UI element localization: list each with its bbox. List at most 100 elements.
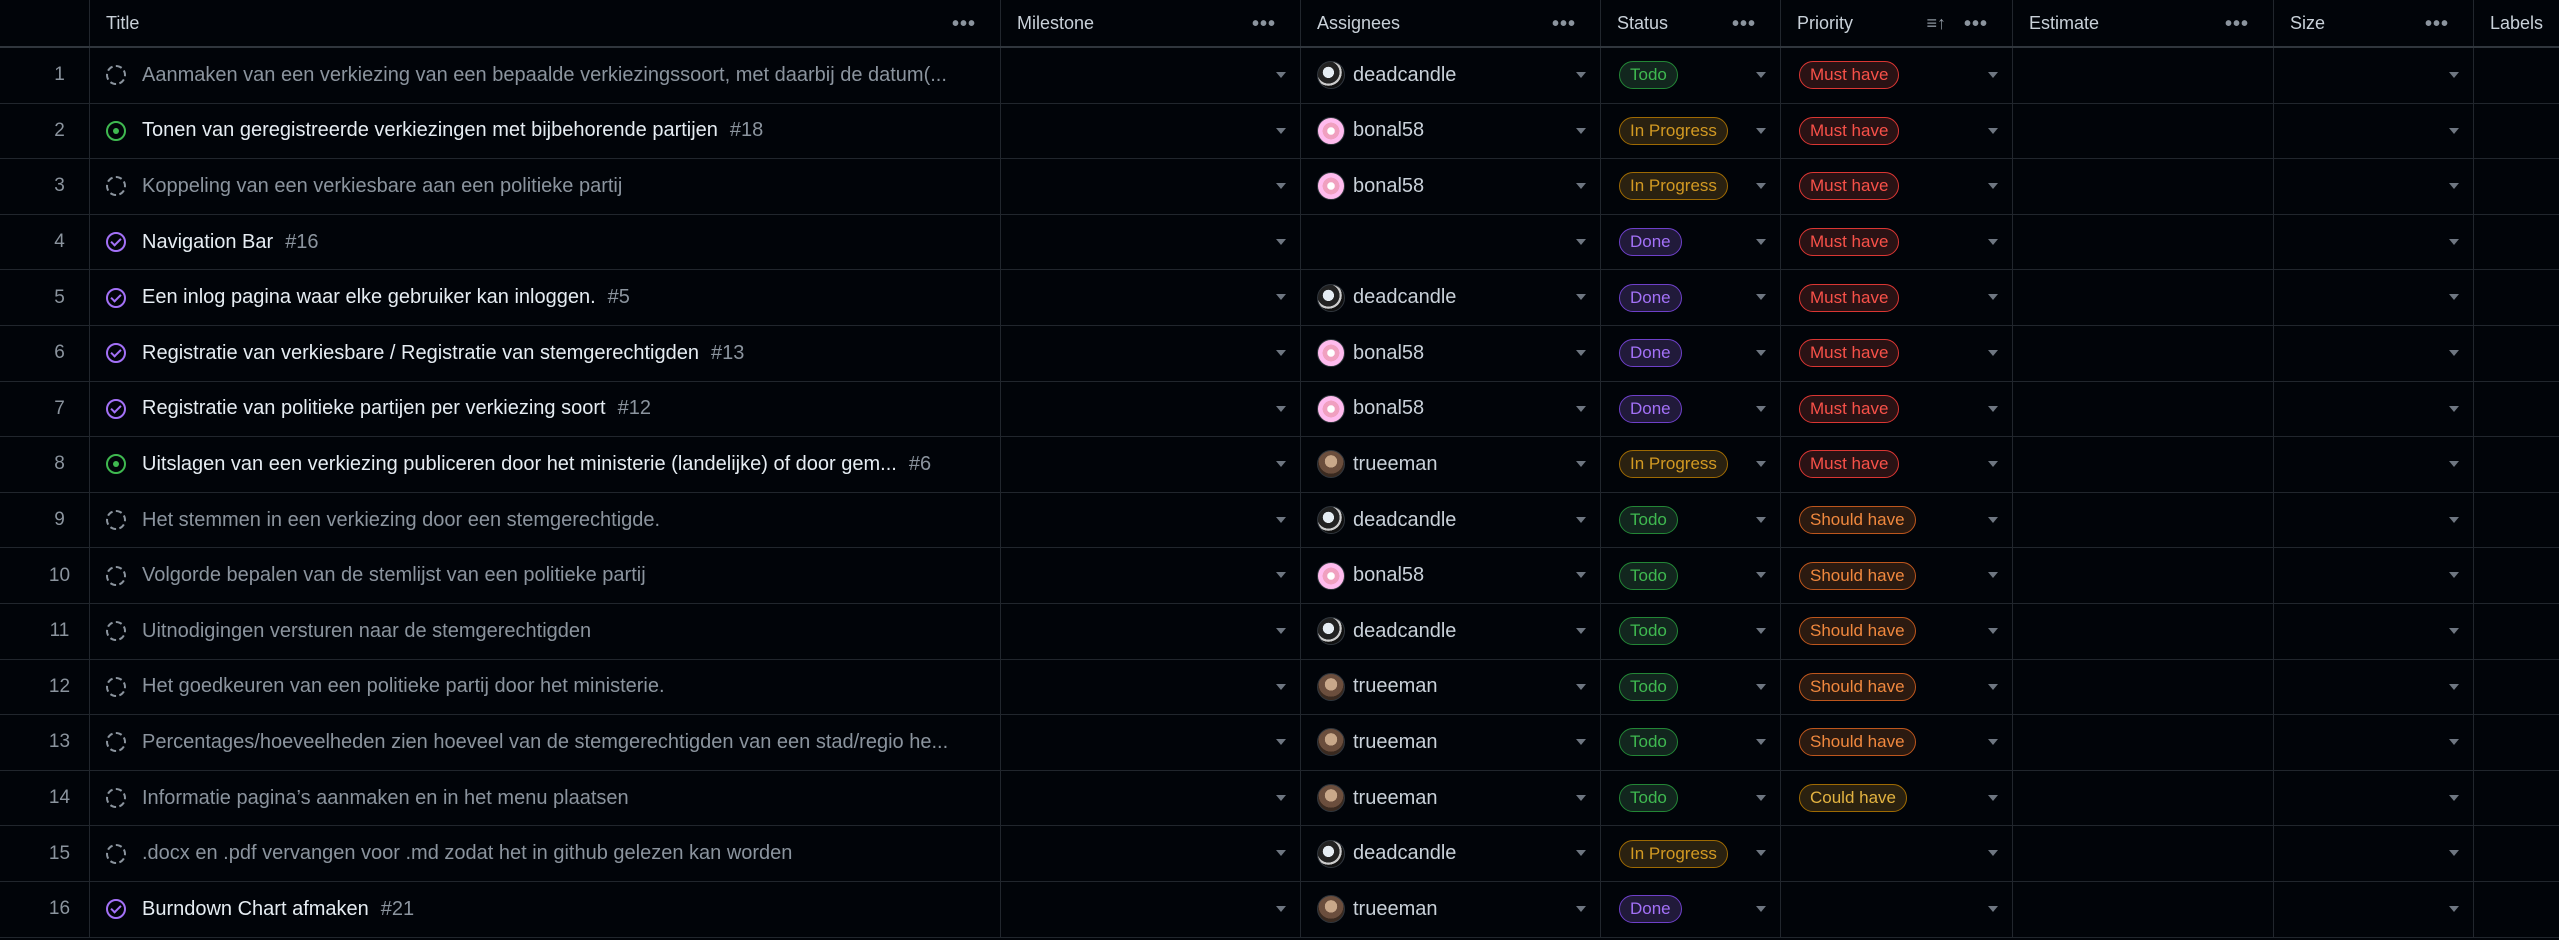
assignees-cell[interactable]: bonal58 bbox=[1301, 548, 1601, 603]
status-cell[interactable]: Done bbox=[1601, 270, 1781, 325]
chevron-down-icon[interactable] bbox=[1756, 461, 1766, 468]
column-header-size[interactable]: Size ••• bbox=[2274, 0, 2474, 46]
chevron-down-icon[interactable] bbox=[1988, 349, 1998, 356]
chevron-down-icon[interactable] bbox=[2449, 238, 2459, 245]
issue-number[interactable]: #13 bbox=[711, 342, 744, 365]
chevron-down-icon[interactable] bbox=[1576, 127, 1586, 134]
assignee-name[interactable]: deadcandle bbox=[1353, 64, 1456, 87]
chevron-down-icon[interactable] bbox=[1576, 794, 1586, 801]
assignees-cell[interactable]: trueeman bbox=[1301, 659, 1601, 715]
item-title[interactable]: Koppeling van een verkiesbare aan een po… bbox=[142, 175, 622, 198]
status-cell[interactable]: Todo bbox=[1601, 492, 1781, 548]
chevron-down-icon[interactable] bbox=[1276, 294, 1286, 301]
labels-cell[interactable] bbox=[2474, 159, 2559, 214]
table-row[interactable]: 15 .docx en .pdf vervangen voor .md zoda… bbox=[0, 826, 2559, 882]
title-cell[interactable]: Volgorde bepalen van de stemlijst van ee… bbox=[90, 548, 1001, 603]
item-title[interactable]: Volgorde bepalen van de stemlijst van ee… bbox=[142, 564, 646, 587]
chevron-down-icon[interactable] bbox=[1276, 72, 1286, 78]
priority-cell[interactable] bbox=[1781, 826, 2013, 881]
chevron-down-icon[interactable] bbox=[1756, 627, 1766, 634]
chevron-down-icon[interactable] bbox=[1276, 794, 1286, 801]
assignee-name[interactable]: trueeman bbox=[1353, 453, 1438, 476]
chevron-down-icon[interactable] bbox=[1576, 850, 1586, 857]
estimate-cell[interactable] bbox=[2013, 437, 2274, 492]
chevron-down-icon[interactable] bbox=[1276, 127, 1286, 134]
table-row[interactable]: 8 Uitslagen van een verkiezing publicere… bbox=[0, 437, 2559, 493]
size-cell[interactable] bbox=[2274, 48, 2474, 103]
milestone-cell[interactable] bbox=[1001, 548, 1301, 603]
table-row[interactable]: 1 Aanmaken van een verkiezing van een be… bbox=[0, 48, 2559, 104]
milestone-cell[interactable] bbox=[1001, 325, 1301, 381]
item-title[interactable]: Aanmaken van een verkiezing van een bepa… bbox=[142, 64, 947, 87]
labels-cell[interactable] bbox=[2474, 604, 2559, 659]
status-cell[interactable]: In Progress bbox=[1601, 437, 1781, 492]
item-title[interactable]: Uitnodigingen versturen naar de stemgere… bbox=[142, 620, 591, 643]
priority-cell[interactable]: Should have bbox=[1781, 659, 2013, 715]
column-header-labels[interactable]: Labels bbox=[2474, 0, 2559, 46]
title-cell[interactable]: Het goedkeuren van een politieke partij … bbox=[90, 659, 1001, 715]
issue-number[interactable]: #18 bbox=[730, 119, 763, 142]
chevron-down-icon[interactable] bbox=[1988, 127, 1998, 134]
estimate-cell[interactable] bbox=[2013, 826, 2274, 881]
chevron-down-icon[interactable] bbox=[1576, 905, 1586, 912]
assignee-name[interactable]: bonal58 bbox=[1353, 119, 1424, 142]
chevron-down-icon[interactable] bbox=[2449, 461, 2459, 468]
chevron-down-icon[interactable] bbox=[2449, 405, 2459, 412]
table-row[interactable]: 10 Volgorde bepalen van de stemlijst van… bbox=[0, 548, 2559, 604]
assignees-cell[interactable]: bonal58 bbox=[1301, 381, 1601, 437]
column-menu-icon[interactable]: ••• bbox=[2225, 13, 2249, 36]
milestone-cell[interactable] bbox=[1001, 437, 1301, 492]
assignee-name[interactable]: bonal58 bbox=[1353, 564, 1424, 587]
labels-cell[interactable] bbox=[2474, 382, 2559, 437]
assignee-name[interactable]: deadcandle bbox=[1353, 842, 1456, 865]
chevron-down-icon[interactable] bbox=[1988, 572, 1998, 579]
milestone-cell[interactable] bbox=[1001, 770, 1301, 826]
chevron-down-icon[interactable] bbox=[1276, 627, 1286, 634]
milestone-cell[interactable] bbox=[1001, 48, 1301, 103]
table-row[interactable]: 12 Het goedkeuren van een politieke part… bbox=[0, 659, 2559, 716]
chevron-down-icon[interactable] bbox=[1576, 405, 1586, 412]
labels-cell[interactable] bbox=[2474, 660, 2559, 715]
chevron-down-icon[interactable] bbox=[1576, 349, 1586, 356]
item-title[interactable]: Registratie van politieke partijen per v… bbox=[142, 397, 606, 420]
chevron-down-icon[interactable] bbox=[1756, 739, 1766, 746]
assignees-cell[interactable]: deadcandle bbox=[1301, 270, 1601, 325]
status-cell[interactable]: Todo bbox=[1601, 603, 1781, 659]
issue-number[interactable]: #16 bbox=[285, 231, 318, 254]
chevron-down-icon[interactable] bbox=[1276, 572, 1286, 579]
chevron-down-icon[interactable] bbox=[1276, 349, 1286, 356]
assignee-name[interactable]: bonal58 bbox=[1353, 397, 1424, 420]
chevron-down-icon[interactable] bbox=[2449, 72, 2459, 78]
estimate-cell[interactable] bbox=[2013, 659, 2274, 715]
priority-cell[interactable]: Should have bbox=[1781, 548, 2013, 603]
size-cell[interactable] bbox=[2274, 214, 2474, 270]
chevron-down-icon[interactable] bbox=[1756, 683, 1766, 690]
title-cell[interactable]: Tonen van geregistreerde verkiezingen me… bbox=[90, 103, 1001, 159]
assignees-cell[interactable]: bonal58 bbox=[1301, 159, 1601, 214]
labels-cell[interactable] bbox=[2474, 215, 2559, 270]
chevron-down-icon[interactable] bbox=[1988, 238, 1998, 245]
status-cell[interactable]: Todo bbox=[1601, 770, 1781, 826]
priority-cell[interactable]: Must have bbox=[1781, 437, 2013, 492]
status-cell[interactable]: Done bbox=[1601, 325, 1781, 381]
priority-cell[interactable]: Should have bbox=[1781, 603, 2013, 659]
issue-number[interactable]: #5 bbox=[608, 286, 630, 309]
estimate-cell[interactable] bbox=[2013, 103, 2274, 159]
priority-cell[interactable]: Must have bbox=[1781, 103, 2013, 159]
milestone-cell[interactable] bbox=[1001, 715, 1301, 770]
title-cell[interactable]: Aanmaken van een verkiezing van een bepa… bbox=[90, 48, 1001, 103]
chevron-down-icon[interactable] bbox=[1576, 72, 1586, 78]
estimate-cell[interactable] bbox=[2013, 715, 2274, 770]
column-menu-icon[interactable]: ••• bbox=[1964, 13, 1988, 36]
labels-cell[interactable] bbox=[2474, 326, 2559, 381]
chevron-down-icon[interactable] bbox=[1756, 905, 1766, 912]
priority-cell[interactable] bbox=[1781, 881, 2013, 937]
size-cell[interactable] bbox=[2274, 659, 2474, 715]
labels-cell[interactable] bbox=[2474, 548, 2559, 603]
table-row[interactable]: 3 Koppeling van een verkiesbare aan een … bbox=[0, 159, 2559, 215]
status-cell[interactable]: Done bbox=[1601, 381, 1781, 437]
labels-cell[interactable] bbox=[2474, 493, 2559, 548]
milestone-cell[interactable] bbox=[1001, 159, 1301, 214]
status-cell[interactable]: Todo bbox=[1601, 48, 1781, 103]
priority-cell[interactable]: Must have bbox=[1781, 381, 2013, 437]
